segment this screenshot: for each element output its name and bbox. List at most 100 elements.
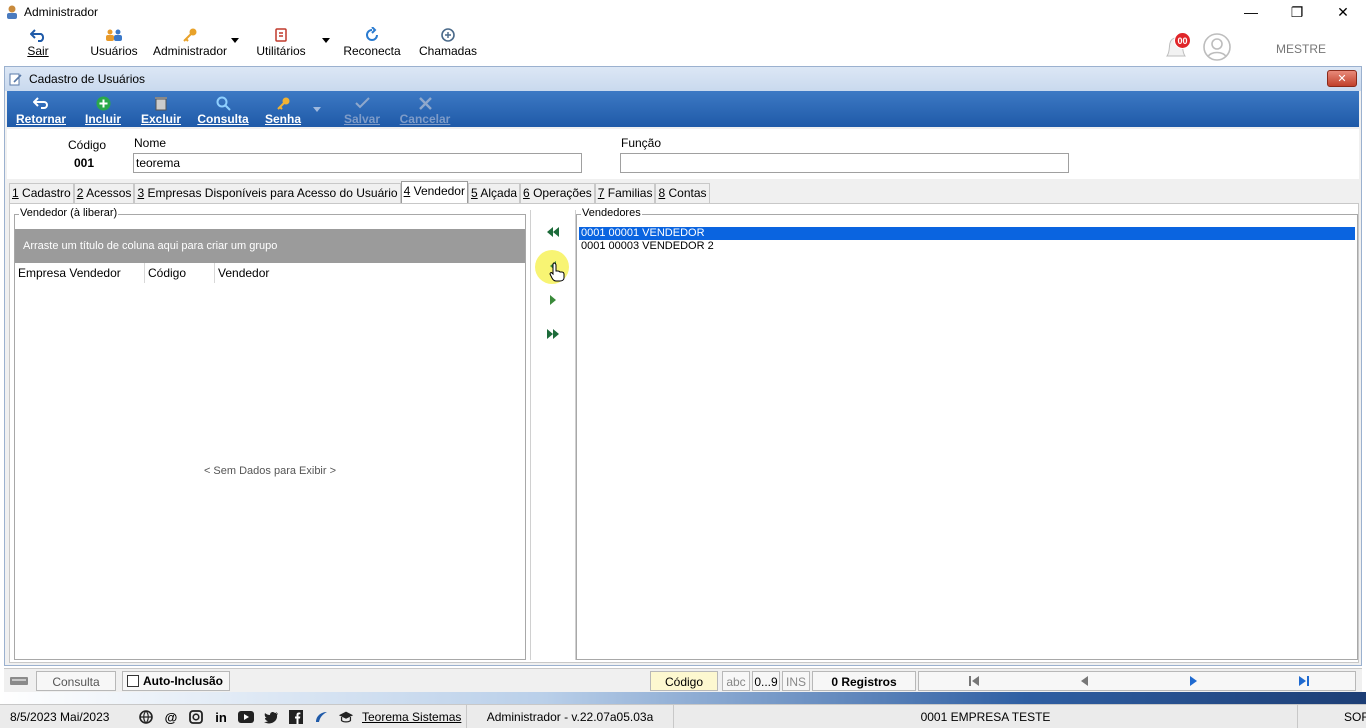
tab-cadastro[interactable]: 1 Cadastro bbox=[9, 183, 74, 203]
child-window-titlebar: Cadastro de Usuários ✕ bbox=[5, 67, 1361, 91]
current-company: 0001 EMPRESA TESTE bbox=[674, 705, 1298, 728]
window-title: Administrador bbox=[24, 5, 99, 19]
teorema-logo-icon[interactable] bbox=[313, 709, 329, 725]
return-icon bbox=[33, 94, 49, 112]
usuarios-button[interactable]: Usuários bbox=[90, 24, 138, 62]
cancelar-button[interactable]: Cancelar bbox=[399, 91, 451, 127]
senha-label: Senha bbox=[264, 112, 301, 126]
edit-form-icon bbox=[9, 72, 23, 86]
move-buttons-panel bbox=[530, 210, 576, 660]
next-record-button[interactable] bbox=[1184, 671, 1204, 691]
logged-user-name: MESTRE bbox=[1276, 42, 1327, 56]
keyboard-icon bbox=[6, 671, 32, 691]
auto-inclusao-checkbox[interactable]: Auto-Inclusão bbox=[122, 671, 230, 691]
tab-familias[interactable]: 7 Familias bbox=[594, 183, 656, 203]
utilitarios-button[interactable]: Utilitários bbox=[256, 24, 306, 62]
consulta-button[interactable]: Consulta bbox=[197, 91, 249, 127]
reconecta-button[interactable]: Reconecta bbox=[343, 24, 401, 62]
child-window-title: Cadastro de Usuários bbox=[29, 72, 146, 86]
instagram-icon[interactable] bbox=[188, 709, 204, 725]
column-empresa-vendedor[interactable]: Empresa Vendedor bbox=[15, 263, 145, 283]
ins-indicator: INS bbox=[782, 671, 810, 691]
search-field-indicator[interactable]: Código bbox=[650, 671, 718, 691]
maximize-button[interactable]: ❐ bbox=[1274, 0, 1320, 24]
minimize-button[interactable]: — bbox=[1228, 0, 1274, 24]
column-codigo[interactable]: Código bbox=[145, 263, 215, 283]
teorema-sistemas-link[interactable]: Teorema Sistemas bbox=[362, 705, 461, 728]
tab-operacoes[interactable]: 6 Operações bbox=[520, 183, 595, 203]
decorative-band bbox=[0, 692, 1366, 704]
administrador-label: Administrador bbox=[152, 44, 228, 58]
session-info: Administrador - v.22.07a05.03a bbox=[466, 705, 674, 728]
move-all-left-button[interactable] bbox=[543, 222, 563, 242]
chamadas-button[interactable]: Chamadas bbox=[419, 24, 477, 62]
utilitarios-label: Utilitários bbox=[256, 44, 306, 58]
email-icon[interactable]: @ bbox=[163, 709, 179, 725]
auto-inclusao-label: Auto-Inclusão bbox=[143, 674, 223, 688]
window-titlebar: Administrador — ❐ ✕ bbox=[0, 0, 1366, 24]
user-header-panel: Código 001 Nome teorema Função bbox=[7, 129, 1359, 179]
previous-record-button[interactable] bbox=[1074, 671, 1094, 691]
sair-button[interactable]: Sair bbox=[26, 24, 50, 62]
vendedores-a-liberar-group: Vendedor (à liberar) Arraste um título d… bbox=[14, 207, 526, 660]
senha-button[interactable]: Senha bbox=[263, 91, 303, 127]
last-record-button[interactable] bbox=[1294, 671, 1314, 691]
list-item[interactable]: 0001 00003 VENDEDOR 2 bbox=[579, 240, 714, 253]
incluir-label: Incluir bbox=[84, 112, 121, 126]
sair-label: Sair bbox=[27, 44, 49, 58]
last-record-icon bbox=[1299, 676, 1309, 686]
tab-vendedor[interactable]: 4 Vendedor bbox=[400, 181, 468, 203]
funcao-label: Função bbox=[621, 136, 662, 150]
child-close-button[interactable]: ✕ bbox=[1327, 70, 1357, 87]
graduation-cap-icon[interactable] bbox=[338, 709, 354, 725]
utilitarios-dropdown-icon[interactable] bbox=[322, 38, 330, 43]
grid-header: Empresa Vendedor Código Vendedor bbox=[15, 263, 525, 283]
tools-icon bbox=[272, 26, 290, 44]
incluir-button[interactable]: Incluir bbox=[83, 91, 123, 127]
tab-alcada[interactable]: 5 Alçada bbox=[467, 183, 521, 203]
user-avatar[interactable] bbox=[1202, 32, 1232, 62]
vendedor-tab-panel: Vendedor (à liberar) Arraste um título d… bbox=[9, 203, 1359, 663]
vendedores-group: Vendedores 0001 00001 VENDEDOR 0001 0000… bbox=[576, 207, 1358, 660]
administrador-button[interactable]: Administrador bbox=[152, 24, 228, 62]
double-arrow-left-icon bbox=[547, 227, 559, 237]
record-toolbar: Retornar Incluir Excluir Consulta Senha … bbox=[7, 91, 1359, 127]
key-icon bbox=[181, 26, 199, 44]
web-icon[interactable] bbox=[138, 709, 154, 725]
trash-icon bbox=[154, 94, 168, 112]
records-count: 0 Registros bbox=[812, 671, 916, 691]
retornar-button[interactable]: Retornar bbox=[13, 91, 69, 127]
arrow-right-icon bbox=[550, 295, 556, 305]
move-right-button[interactable] bbox=[543, 290, 563, 310]
next-record-icon bbox=[1190, 676, 1197, 686]
first-record-button[interactable] bbox=[964, 671, 984, 691]
youtube-icon[interactable] bbox=[238, 709, 254, 725]
group-by-area[interactable]: Arraste um título de coluna aqui para cr… bbox=[15, 229, 525, 263]
cancelar-label: Cancelar bbox=[399, 112, 451, 126]
linkedin-icon[interactable]: in bbox=[213, 709, 229, 725]
salvar-button[interactable]: Salvar bbox=[341, 91, 383, 127]
facebook-icon[interactable] bbox=[288, 709, 304, 725]
nome-input[interactable]: teorema bbox=[133, 153, 582, 173]
tab-empresas-disponiveis[interactable]: 3 Empresas Disponíveis para Acesso do Us… bbox=[134, 183, 401, 203]
twitter-icon[interactable] bbox=[263, 709, 279, 725]
retornar-label: Retornar bbox=[15, 112, 66, 126]
funcao-input[interactable] bbox=[620, 153, 1069, 173]
user-avatar-icon bbox=[1203, 33, 1231, 61]
excluir-button[interactable]: Excluir bbox=[139, 91, 183, 127]
users-icon bbox=[105, 26, 123, 44]
notifications-button[interactable]: 00 bbox=[1162, 32, 1192, 62]
check-icon bbox=[354, 94, 370, 112]
digits-indicator: 0...9 bbox=[752, 671, 780, 691]
tab-contas[interactable]: 8 Contas bbox=[655, 183, 710, 203]
senha-dropdown-icon[interactable] bbox=[313, 107, 321, 112]
administrador-dropdown-icon[interactable] bbox=[231, 38, 239, 43]
tab-acessos[interactable]: 2 Acessos bbox=[73, 183, 135, 203]
checkbox-icon bbox=[127, 675, 139, 687]
list-item-selected[interactable]: 0001 00001 VENDEDOR bbox=[579, 227, 1355, 240]
right-status-text: SOF bbox=[1344, 710, 1366, 724]
admin-app-icon bbox=[4, 4, 20, 20]
move-all-right-button[interactable] bbox=[543, 324, 563, 344]
column-vendedor[interactable]: Vendedor bbox=[215, 263, 325, 283]
close-window-button[interactable]: ✕ bbox=[1320, 0, 1366, 24]
